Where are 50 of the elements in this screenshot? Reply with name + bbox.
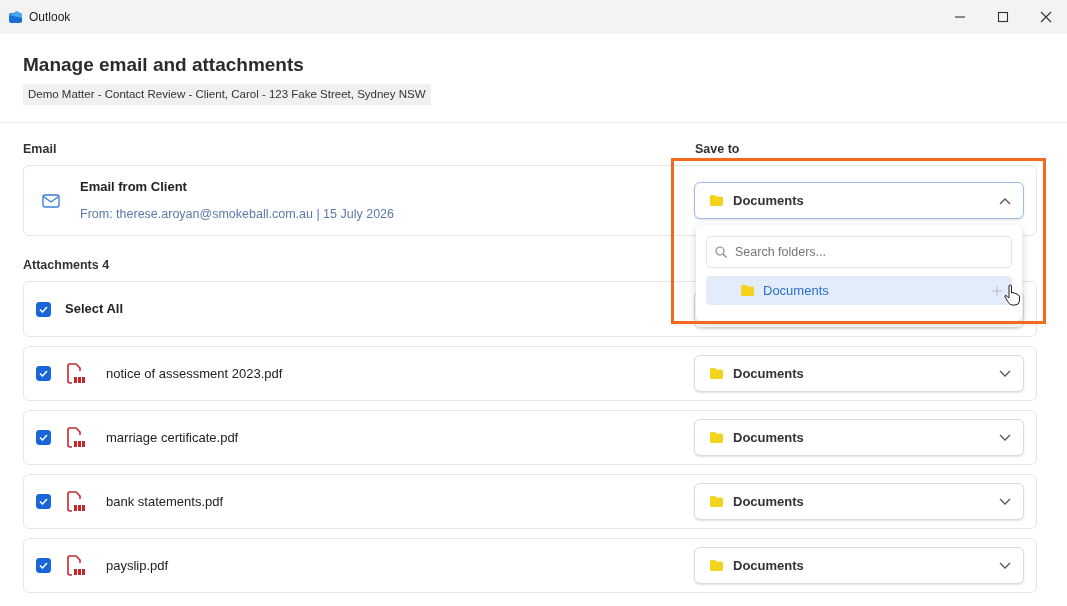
- folder-icon: [741, 285, 754, 296]
- check-icon: [39, 562, 48, 569]
- folder-dropdown[interactable]: Documents: [694, 547, 1024, 584]
- page-heading: Manage email and attachments: [23, 54, 305, 77]
- folder-icon: [710, 368, 723, 379]
- chevron-up-icon: [999, 196, 1011, 205]
- pdf-file-icon: [65, 554, 85, 577]
- file-name: bank statements.pdf: [106, 492, 224, 511]
- check-icon: [39, 305, 48, 313]
- section-label: Email: [23, 142, 57, 156]
- checkbox[interactable]: [36, 301, 51, 317]
- folder-dropdown[interactable]: Documents: [694, 355, 1024, 392]
- folder-icon: [710, 496, 723, 507]
- pdf-file-icon: [65, 426, 85, 449]
- window-title: Outlook: [29, 9, 71, 26]
- folder-icon: [710, 195, 723, 206]
- email-subject: Email from Client: [80, 178, 188, 197]
- pdf-file-icon: [65, 490, 85, 513]
- section-label: Save to: [695, 141, 741, 157]
- folder-option[interactable]: Documents: [706, 276, 1012, 305]
- maximize-icon: [995, 11, 1010, 23]
- check-icon: [39, 370, 48, 377]
- checkbox[interactable]: [36, 494, 51, 509]
- file-name: payslip.pdf: [106, 556, 169, 575]
- chevron-down-icon: [999, 561, 1011, 570]
- folder-dropdown[interactable]: Documents: [694, 419, 1024, 456]
- mail-icon: [42, 193, 60, 208]
- matter-tag: Demo Matter - Contact Review - Client, Carol - 123 Fake Street, Sydney NSW: [23, 83, 431, 106]
- checkbox[interactable]: [36, 558, 51, 573]
- file-name: notice of assessment 2023.pdf: [106, 364, 283, 383]
- select-all-label: Select All: [65, 300, 124, 319]
- checkbox[interactable]: [36, 366, 51, 381]
- chevron-down-icon: [999, 497, 1011, 506]
- search-field[interactable]: Search folders...: [706, 236, 1012, 268]
- chevron-down-icon: [999, 369, 1011, 378]
- file-name: marriage certificate.pdf: [106, 428, 239, 447]
- folder-dropdown[interactable]: Documents: [694, 483, 1024, 520]
- folder-icon: [710, 560, 723, 571]
- email-meta: From: therese.aroyan@smokeball.com.au | 15 July 2026: [80, 205, 394, 223]
- checkbox[interactable]: [36, 430, 51, 445]
- chevron-down-icon: [999, 433, 1011, 442]
- folder-icon: [710, 432, 723, 443]
- app-logo-icon: [8, 10, 23, 24]
- section-label: Attachments 4: [23, 258, 110, 272]
- search-icon: [715, 246, 727, 258]
- close-icon: [1038, 11, 1053, 23]
- pdf-file-icon: [65, 362, 85, 385]
- plus-icon: [992, 285, 1002, 296]
- check-icon: [39, 498, 48, 505]
- check-icon: [39, 434, 48, 441]
